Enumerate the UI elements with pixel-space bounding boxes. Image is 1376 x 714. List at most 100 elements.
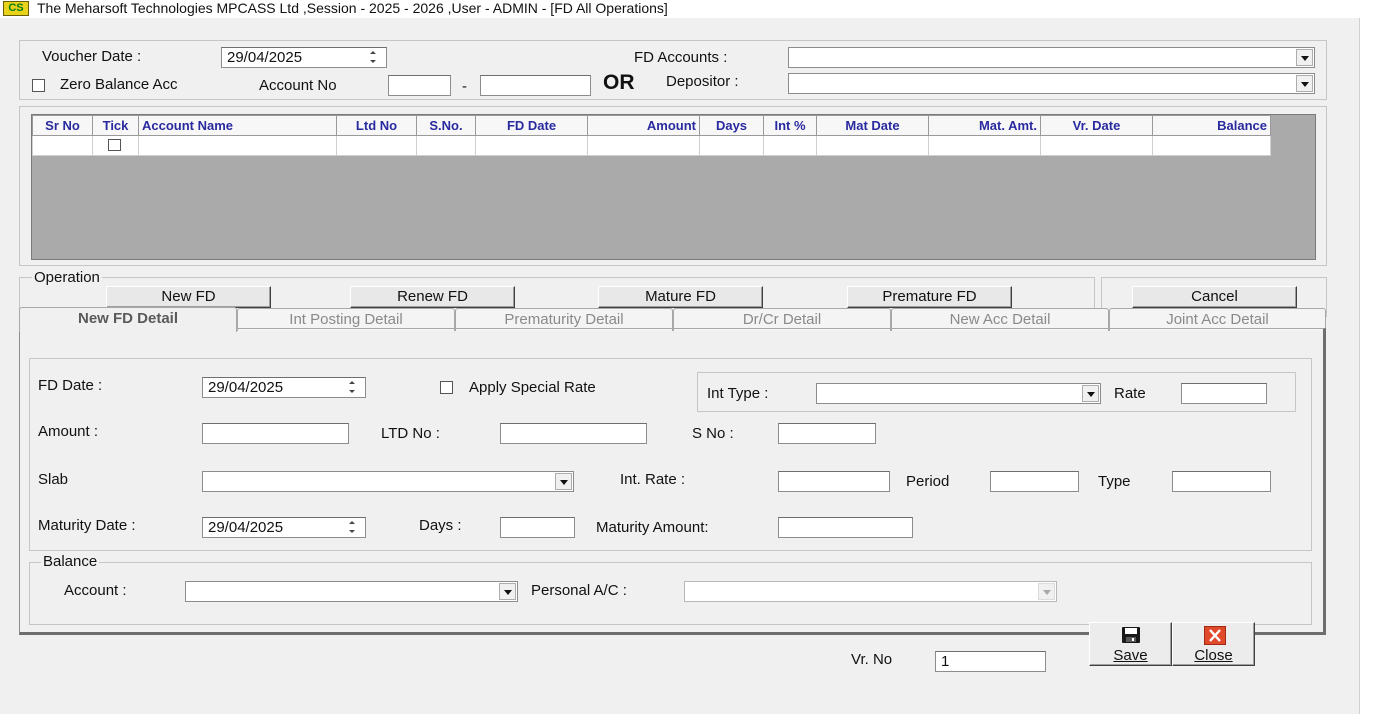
amount-input[interactable] <box>202 423 349 444</box>
or-label: OR <box>603 71 635 94</box>
maturity-date-label: Maturity Date : <box>38 517 136 534</box>
fd-date-picker[interactable]: 29/04/2025 <box>202 377 366 398</box>
renew-fd-button[interactable]: Renew FD <box>350 286 515 308</box>
col-balance[interactable]: Balance <box>1152 115 1271 136</box>
premature-fd-button[interactable]: Premature FD <box>847 286 1012 308</box>
col-amount[interactable]: Amount <box>587 115 700 136</box>
period-label: Period <box>906 473 950 490</box>
cell[interactable] <box>32 135 93 156</box>
col-fd-date[interactable]: FD Date <box>475 115 588 136</box>
fd-accounts-label: FD Accounts : <box>634 49 728 66</box>
period-input[interactable] <box>990 471 1079 492</box>
cell[interactable] <box>138 135 337 156</box>
personal-ac-combo[interactable] <box>684 581 1057 602</box>
operation-legend: Operation <box>32 269 102 287</box>
fd-accounts-combo[interactable] <box>788 47 1315 68</box>
apply-special-rate-checkbox[interactable] <box>440 381 453 394</box>
zero-balance-checkbox[interactable] <box>32 79 45 92</box>
col-days[interactable]: Days <box>699 115 764 136</box>
fd-grid-table: Sr No Tick Account Name Ltd No S.No. FD … <box>32 115 1271 156</box>
fd-date-spinner[interactable] <box>341 379 363 396</box>
col-s-no[interactable]: S.No. <box>416 115 476 136</box>
col-vr-date[interactable]: Vr. Date <box>1040 115 1153 136</box>
ltd-no-input[interactable] <box>500 423 647 444</box>
mature-fd-button[interactable]: Mature FD <box>598 286 763 308</box>
maturity-amount-input[interactable] <box>778 517 913 538</box>
cell[interactable] <box>416 135 476 156</box>
account-no-label: Account No <box>259 77 337 94</box>
app-icon: CS <box>3 1 29 16</box>
voucher-date-label: Voucher Date : <box>42 48 142 65</box>
chevron-down-icon[interactable] <box>1082 385 1099 402</box>
row-tick-checkbox[interactable] <box>108 139 121 151</box>
cell[interactable] <box>475 135 588 156</box>
close-button[interactable]: Close <box>1172 622 1255 666</box>
window-title: The Meharsoft Technologies MPCASS Ltd ,S… <box>37 0 668 16</box>
cell[interactable] <box>928 135 1041 156</box>
maturity-date-picker[interactable]: 29/04/2025 <box>202 517 366 538</box>
new-fd-button[interactable]: New FD <box>106 286 271 308</box>
voucher-date-picker[interactable]: 29/04/2025 <box>221 47 387 68</box>
fd-date-value: 29/04/2025 <box>208 379 284 396</box>
maturity-amount-label: Maturity Amount: <box>596 519 709 536</box>
col-mat-date[interactable]: Mat Date <box>816 115 929 136</box>
int-rate-input[interactable] <box>778 471 890 492</box>
chevron-down-icon[interactable] <box>555 473 572 490</box>
ltd-no-label: LTD No : <box>381 425 440 442</box>
account-no-prefix-input[interactable] <box>388 75 451 96</box>
slab-combo[interactable] <box>202 471 574 492</box>
int-type-combo[interactable] <box>816 383 1101 404</box>
balance-legend: Balance <box>41 553 100 571</box>
chevron-down-icon[interactable] <box>1296 49 1313 66</box>
cell[interactable] <box>92 135 139 156</box>
vr-no-input[interactable]: 1 <box>935 651 1046 672</box>
table-row[interactable] <box>32 135 1271 156</box>
col-tick[interactable]: Tick <box>92 115 139 136</box>
close-label: Close <box>1194 647 1233 664</box>
col-int-pct[interactable]: Int % <box>763 115 817 136</box>
amount-label: Amount : <box>38 423 99 440</box>
personal-ac-label: Personal A/C : <box>531 582 627 599</box>
cell[interactable] <box>763 135 817 156</box>
col-mat-amt[interactable]: Mat. Amt. <box>928 115 1041 136</box>
zero-balance-label: Zero Balance Acc <box>60 76 178 93</box>
cell[interactable] <box>1152 135 1271 156</box>
int-type-label: Int Type : <box>707 385 769 402</box>
slab-label: Slab <box>38 471 69 488</box>
col-account-name[interactable]: Account Name <box>138 115 337 136</box>
s-no-label: S No : <box>692 425 734 442</box>
cell[interactable] <box>816 135 929 156</box>
cancel-button[interactable]: Cancel <box>1132 286 1297 308</box>
fd-date-label: FD Date : <box>38 377 103 394</box>
col-sr-no[interactable]: Sr No <box>32 115 93 136</box>
cell[interactable] <box>1040 135 1153 156</box>
save-button[interactable]: Save <box>1089 622 1172 666</box>
voucher-date-value: 29/04/2025 <box>227 49 303 66</box>
rate-input[interactable] <box>1181 383 1267 404</box>
title-bar: CS The Meharsoft Technologies MPCASS Ltd… <box>0 0 1376 18</box>
account-no-input[interactable] <box>480 75 591 96</box>
voucher-date-spinner[interactable] <box>362 49 384 66</box>
chevron-down-icon[interactable] <box>1038 583 1055 600</box>
s-no-input[interactable] <box>778 423 876 444</box>
depositor-combo[interactable] <box>788 73 1315 94</box>
account-combo[interactable] <box>185 581 518 602</box>
tab-new-fd-detail[interactable]: New FD Detail <box>19 307 237 332</box>
rate-label: Rate <box>1114 385 1146 402</box>
floppy-disk-icon <box>1122 627 1140 643</box>
save-label: Save <box>1113 647 1148 664</box>
chevron-down-icon[interactable] <box>499 583 516 600</box>
vr-no-label: Vr. No <box>851 651 893 668</box>
depositor-label: Depositor : <box>666 73 739 90</box>
account-no-dash: - <box>462 78 467 95</box>
cell[interactable] <box>699 135 764 156</box>
chevron-down-icon[interactable] <box>1296 75 1313 92</box>
cell[interactable] <box>587 135 700 156</box>
cell[interactable] <box>336 135 417 156</box>
col-ltd-no[interactable]: Ltd No <box>336 115 417 136</box>
days-input[interactable] <box>500 517 575 538</box>
type-input[interactable] <box>1172 471 1271 492</box>
maturity-date-spinner[interactable] <box>341 519 363 536</box>
close-icon <box>1204 626 1226 645</box>
fd-grid[interactable]: Sr No Tick Account Name Ltd No S.No. FD … <box>31 114 1316 260</box>
